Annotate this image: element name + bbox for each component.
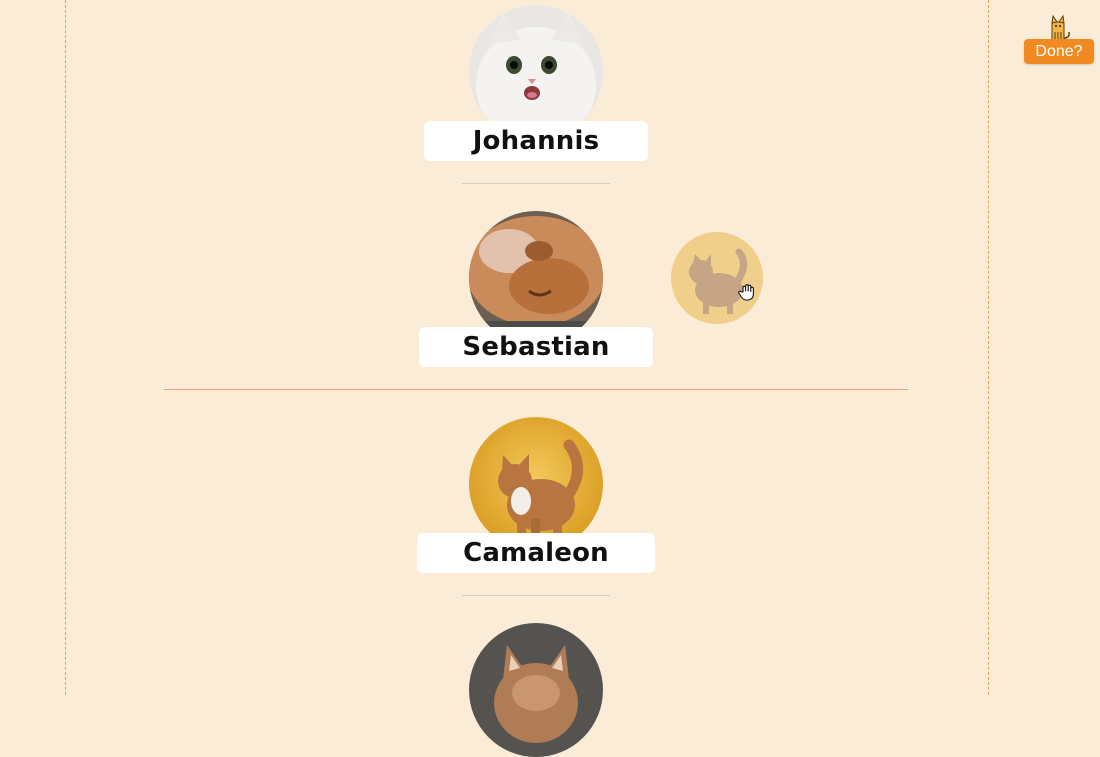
cat-avatar-camaleon[interactable] [469, 417, 603, 551]
white-kitten-photo-icon [469, 5, 603, 139]
divider [462, 183, 610, 184]
fluffy-ginger-cat-photo-icon [469, 211, 603, 345]
cat-avatar-sebastian[interactable] [469, 211, 603, 345]
dragged-cat-ghost[interactable] [671, 232, 763, 324]
grab-hand-icon [738, 284, 754, 301]
left-dashed-border [65, 0, 66, 695]
cat-name-johannis: Johannis [424, 121, 648, 161]
cat-name-camaleon: Camaleon [417, 533, 655, 573]
orange-tabby-drag-ghost-icon [671, 232, 763, 324]
drop-indicator-line [164, 389, 908, 390]
maine-coon-gray-bg-photo-icon [469, 623, 603, 757]
cat-name-sebastian: Sebastian [419, 327, 653, 367]
cat-avatar-4[interactable] [469, 623, 603, 757]
done-button[interactable]: Done? [1024, 39, 1094, 64]
cat-avatar-johannis[interactable] [469, 5, 603, 139]
right-dashed-border [988, 0, 989, 695]
divider [462, 595, 610, 596]
orange-tabby-yellow-bg-photo-icon [469, 417, 603, 551]
